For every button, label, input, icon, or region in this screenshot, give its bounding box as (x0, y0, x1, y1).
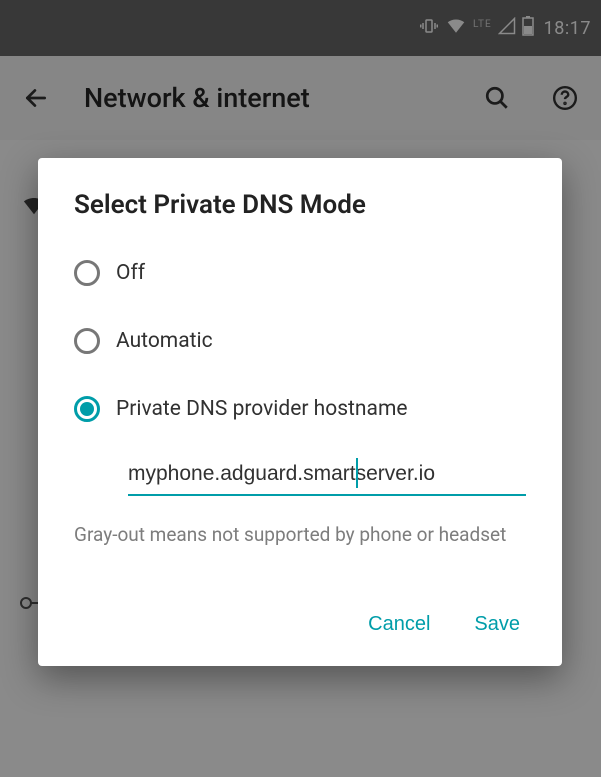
radio-icon (74, 260, 100, 286)
radio-option-hostname[interactable]: Private DNS provider hostname (74, 396, 526, 422)
text-cursor (356, 458, 358, 488)
radio-icon (74, 328, 100, 354)
private-dns-dialog: Select Private DNS Mode Off Automatic Pr… (38, 158, 562, 666)
radio-label: Private DNS provider hostname (116, 397, 408, 421)
dialog-title: Select Private DNS Mode (74, 190, 526, 220)
save-button[interactable]: Save (474, 613, 520, 636)
cancel-button[interactable]: Cancel (368, 613, 430, 636)
hostname-input[interactable] (128, 456, 526, 496)
radio-label: Automatic (116, 329, 213, 353)
radio-label: Off (116, 261, 145, 285)
radio-option-automatic[interactable]: Automatic (74, 328, 526, 354)
radio-icon-selected (74, 396, 100, 422)
radio-option-off[interactable]: Off (74, 260, 526, 286)
hostname-field[interactable] (128, 456, 526, 496)
helper-text: Gray-out means not supported by phone or… (74, 522, 526, 549)
dialog-actions: Cancel Save (74, 613, 526, 646)
